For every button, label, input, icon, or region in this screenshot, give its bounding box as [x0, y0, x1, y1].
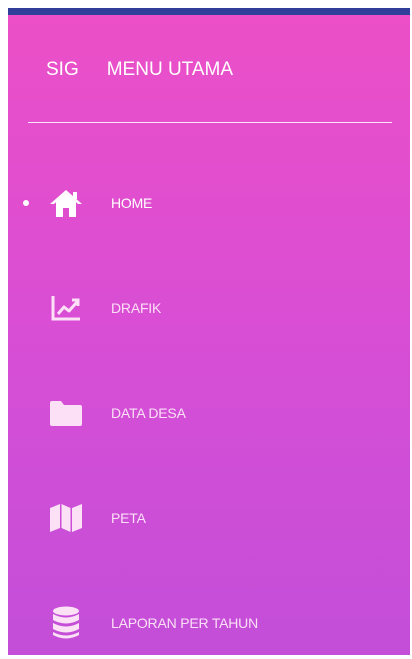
menu-item-peta[interactable]: PETA	[8, 490, 410, 546]
navigation-drawer: SIG MENU UTAMA HOME DRAFIK DATA DESA PET…	[8, 15, 410, 655]
menu-item-laporan-per-tahun[interactable]: LAPORAN PER TAHUN	[8, 595, 410, 651]
menu-item-data-desa[interactable]: DATA DESA	[8, 385, 410, 441]
menu-label-home: HOME	[111, 195, 153, 211]
folder-icon	[48, 395, 84, 431]
active-indicator	[23, 200, 29, 206]
map-icon	[48, 500, 84, 536]
database-icon	[48, 605, 84, 641]
menu-label-laporan-per-tahun: LAPORAN PER TAHUN	[111, 615, 259, 631]
menu-label-drafik: DRAFIK	[111, 300, 162, 316]
home-icon	[48, 185, 84, 221]
chart-line-icon	[48, 290, 84, 326]
status-bar	[8, 8, 410, 15]
menu-item-drafik[interactable]: DRAFIK	[8, 280, 410, 336]
menu-item-home[interactable]: HOME	[8, 175, 410, 231]
menu-label-data-desa: DATA DESA	[111, 405, 186, 421]
menu-label-peta: PETA	[111, 510, 146, 526]
drawer-menu: HOME DRAFIK DATA DESA PETA LAPORAN PER T…	[8, 15, 410, 655]
